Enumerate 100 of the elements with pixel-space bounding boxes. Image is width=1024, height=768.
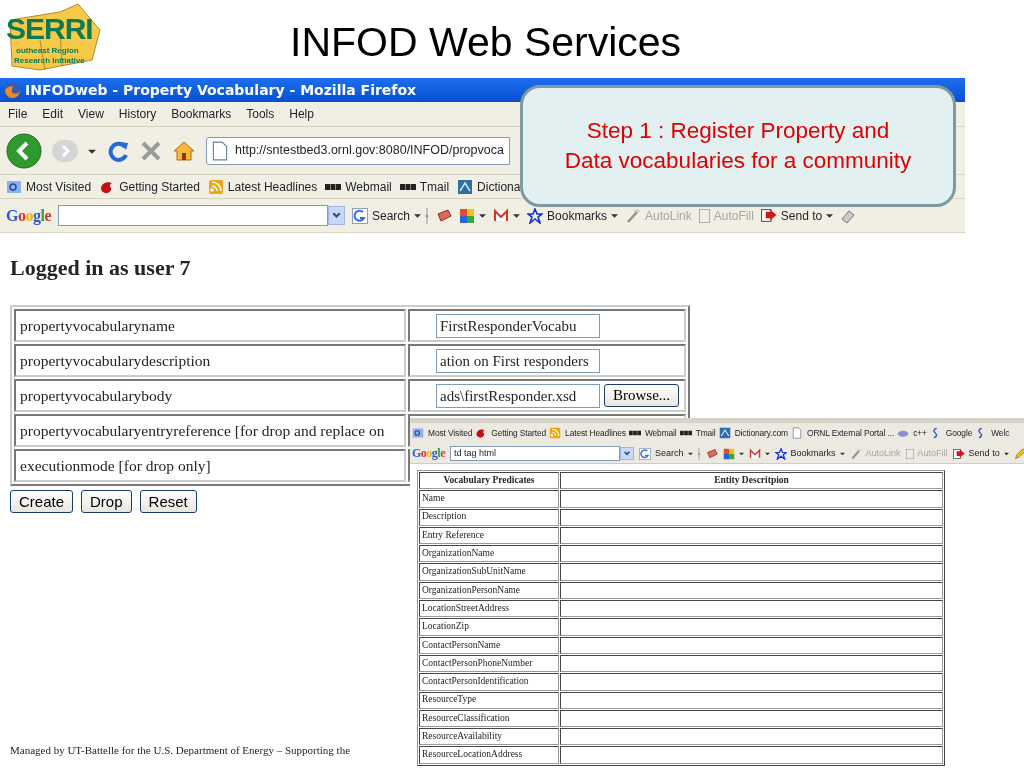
- field-label: propertyvocabularydescription: [14, 344, 406, 377]
- toolbar-button[interactable]: Bookmarks: [790, 446, 836, 461]
- bookmark-link[interactable]: Getting Started: [491, 427, 547, 440]
- search-field[interactable]: [58, 205, 328, 226]
- browse-button[interactable]: Browse...: [604, 384, 680, 407]
- magnifier-icon: [412, 427, 424, 440]
- slide-title: INFOD Web Services: [290, 18, 682, 67]
- caret-icon[interactable]: [826, 212, 834, 219]
- table-cell: LocationZip: [419, 618, 559, 636]
- bookmark-link[interactable]: Webmail: [345, 177, 392, 196]
- bookmark-link[interactable]: Most Visited: [26, 177, 92, 196]
- input-field[interactable]: ation on First responders: [436, 348, 600, 373]
- dropdown-button[interactable]: [620, 447, 634, 460]
- caret-icon[interactable]: [611, 212, 619, 219]
- bookmark-link[interactable]: Dictiona: [477, 177, 521, 196]
- table-cell: ResourceAvailability: [419, 728, 559, 746]
- menu-item[interactable]: Edit: [42, 105, 64, 123]
- bookmark-link[interactable]: Latest Headlines: [565, 427, 626, 440]
- logo-text: outheast Region: [16, 47, 79, 55]
- table-cell: ContactPersonName: [419, 636, 559, 654]
- table-cell: ResourceType: [419, 691, 559, 709]
- table-cell: ContactPersonIdentification: [419, 673, 559, 691]
- column-header: Vocabulary Predicates: [419, 472, 559, 490]
- page-icon: [791, 427, 803, 440]
- input-field[interactable]: ads\firstResponder.xsd: [436, 383, 600, 408]
- search-field[interactable]: td tag html: [450, 446, 620, 461]
- caret-icon[interactable]: [513, 212, 521, 219]
- mail-icon[interactable]: [493, 207, 510, 224]
- form-button[interactable]: Create: [10, 490, 74, 513]
- form-button[interactable]: Reset: [139, 490, 197, 513]
- table-cell: Entry Reference: [419, 526, 559, 545]
- bookmark-link[interactable]: Tmail: [419, 177, 450, 196]
- browser-logo-icon: [4, 81, 21, 99]
- table-cell: LocationStreetAddress: [419, 600, 559, 618]
- table-cell: ResourceLocationAddress: [419, 746, 559, 764]
- feed-icon: [549, 427, 562, 440]
- table-cell: ContactPersonPhoneNumber: [419, 654, 559, 673]
- page-heading: Logged in as user 7: [10, 255, 192, 281]
- bookmark-link[interactable]: Webmail: [644, 427, 677, 440]
- bookmark-link[interactable]: Google: [945, 427, 973, 440]
- table-cell: Description: [419, 508, 559, 526]
- bookmark-link[interactable]: Latest Headlines: [227, 177, 318, 196]
- logo-text: Research Initiative: [14, 57, 85, 65]
- caret-icon[interactable]: [414, 212, 422, 219]
- table-cell: OrganizationSubUnitName: [419, 563, 559, 581]
- callout-text: Step 1 : Register Property and: [585, 116, 891, 145]
- puzzle-icon[interactable]: [722, 447, 735, 460]
- bookmark-link[interactable]: Getting Started: [119, 177, 200, 196]
- book-icon: [718, 427, 731, 440]
- field-label: propertyvocabularybody: [14, 379, 406, 412]
- menu-item[interactable]: Help: [289, 105, 314, 123]
- address-field[interactable]: http://sntestbed3.ornl.gov:8080/INFOD/propvoca: [206, 136, 510, 165]
- letter-icon[interactable]: [352, 207, 368, 224]
- callout-text: Data vocabularies for a community: [563, 147, 913, 175]
- menu-item[interactable]: Tools: [246, 105, 275, 123]
- menu-item[interactable]: View: [78, 105, 104, 123]
- toolbar-button[interactable]: Search: [372, 206, 411, 225]
- dropdown-button[interactable]: [328, 206, 345, 225]
- table-cell: OrganizationName: [419, 545, 559, 563]
- feed-icon: [207, 178, 224, 195]
- toolbar-button[interactable]: Send to: [968, 446, 1000, 461]
- caret-icon[interactable]: [479, 212, 487, 219]
- table-cell: ResourceClassification: [419, 709, 559, 728]
- bookmark-link[interactable]: Dictionary.com: [734, 427, 788, 440]
- menu-item[interactable]: File: [8, 105, 28, 123]
- newspaper-icon[interactable]: [705, 447, 718, 460]
- bookmark-link[interactable]: Tmail: [695, 427, 716, 440]
- bookmark-link[interactable]: Most Visited: [428, 427, 473, 440]
- bookmark-link[interactable]: c++: [913, 427, 927, 440]
- field-label: executionmode [for drop only]: [14, 449, 406, 482]
- caret-icon[interactable]: [738, 451, 744, 456]
- toolbar-button[interactable]: Send to: [780, 206, 823, 225]
- letter-icon[interactable]: [639, 447, 651, 460]
- menu-item[interactable]: History: [118, 105, 157, 123]
- field-label: propertyvocabularyname: [14, 309, 406, 342]
- input-field[interactable]: FirstResponderVocabu: [436, 313, 600, 338]
- caret-icon[interactable]: [764, 451, 770, 456]
- magnifier-icon: [6, 178, 22, 195]
- field-label: propertyvocabularyentryreference [for drop and replace on: [14, 414, 406, 447]
- menu-item[interactable]: Bookmarks: [171, 105, 232, 123]
- back-button[interactable]: [6, 132, 42, 169]
- google-logo: Google: [6, 206, 51, 225]
- caret-icon[interactable]: [1003, 451, 1009, 456]
- form-button[interactable]: Drop: [81, 490, 132, 513]
- toolbar-button[interactable]: Bookmarks: [547, 206, 608, 225]
- mail-icon[interactable]: [748, 447, 761, 460]
- bookmark-link[interactable]: Welc: [991, 427, 1010, 440]
- caret-icon[interactable]: [839, 451, 845, 456]
- google-logo: Google: [412, 446, 445, 461]
- separator-handle: [696, 447, 701, 460]
- window-title: INFODweb - Property Vocabulary - Mozilla Firefox: [25, 81, 417, 100]
- puzzle-icon[interactable]: [459, 207, 476, 224]
- bookmark-link[interactable]: ORNL External Portal ...: [807, 427, 895, 440]
- newspaper-icon[interactable]: [436, 207, 453, 224]
- separator-handle: [425, 207, 430, 224]
- toolbar-button[interactable]: Search: [655, 446, 684, 461]
- column-header: Entity Descritpion: [560, 472, 943, 490]
- table-cell: Name: [419, 490, 559, 508]
- caret-icon[interactable]: [687, 451, 693, 456]
- page-icon: [211, 140, 229, 161]
